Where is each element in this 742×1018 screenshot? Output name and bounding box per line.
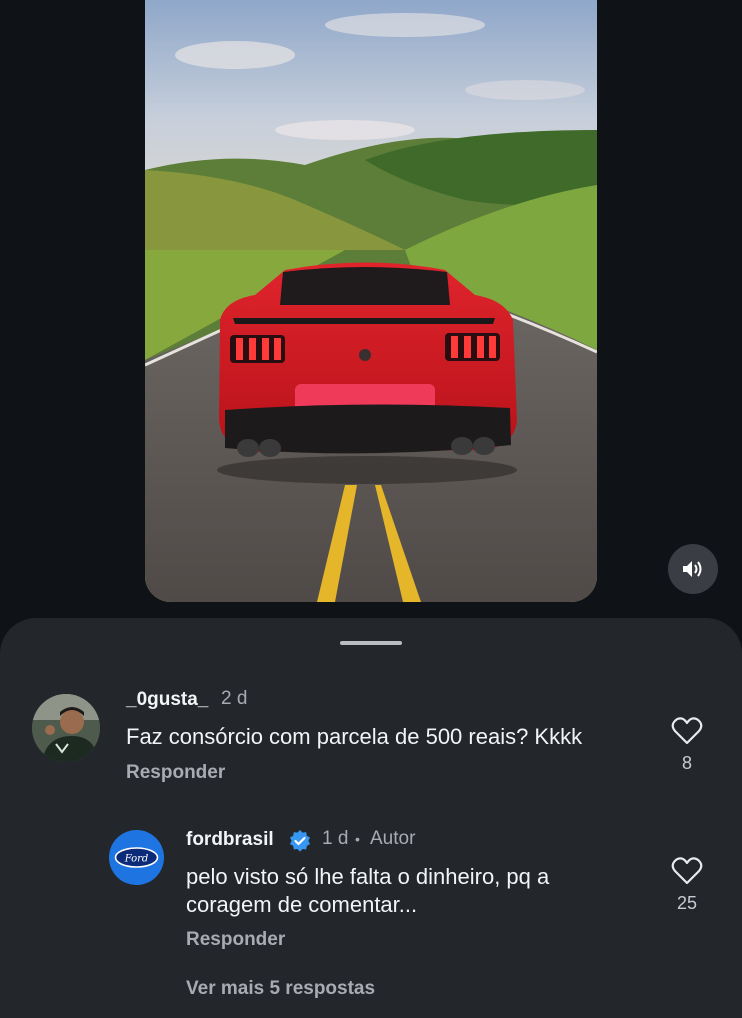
drag-handle[interactable] <box>340 641 402 645</box>
user-avatar-image <box>32 694 100 762</box>
reply-button[interactable]: Responder <box>186 929 285 951</box>
reply-time: 1 d <box>322 828 349 849</box>
comments-sheet: _0gusta_ 2 d Faz consórcio com parcela d… <box>0 618 742 1018</box>
like-count: 8 <box>681 753 692 773</box>
volume-icon <box>683 561 702 577</box>
comment-time: 2 d <box>221 688 248 709</box>
reply-text-line-1: pelo visto só lhe falta o dinheiro, pq a <box>186 864 550 889</box>
comment-username[interactable]: _0gusta_ <box>126 689 208 711</box>
heart-icon[interactable] <box>671 717 703 745</box>
car-video-frame <box>145 0 597 602</box>
reply-avatar[interactable]: Ford <box>109 830 164 885</box>
ford-logo-icon: Ford <box>109 830 164 885</box>
video-player[interactable] <box>145 0 597 602</box>
view-more-replies-button[interactable]: Ver mais 5 respostas <box>186 978 375 1000</box>
svg-text:Ford: Ford <box>124 854 149 865</box>
reply-like[interactable]: 25 <box>667 857 707 914</box>
comment-like[interactable]: 8 <box>667 717 707 774</box>
verified-badge-icon <box>290 830 310 852</box>
reply-button[interactable]: Responder <box>126 762 225 784</box>
sound-toggle-button[interactable] <box>668 544 718 594</box>
reply-text-line-2: coragem de comentar... <box>186 892 418 917</box>
avatar[interactable] <box>32 694 100 762</box>
reply-username[interactable]: fordbrasil <box>186 829 274 851</box>
author-tag: Autor <box>370 828 416 849</box>
meta-separator: • <box>355 831 360 847</box>
heart-icon[interactable] <box>671 857 703 885</box>
comment-text: Faz consórcio com parcela de 500 reais? … <box>126 724 583 749</box>
like-count: 25 <box>676 893 698 913</box>
